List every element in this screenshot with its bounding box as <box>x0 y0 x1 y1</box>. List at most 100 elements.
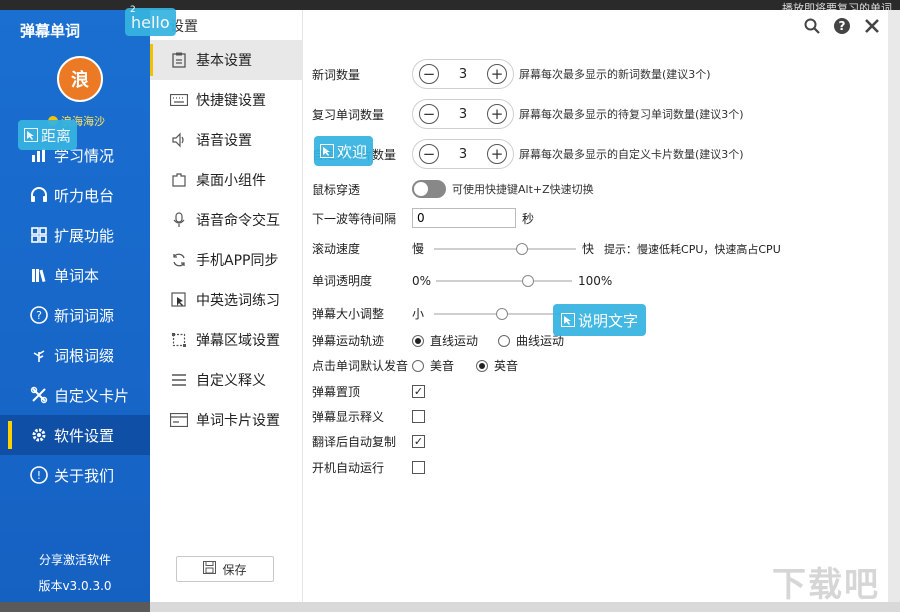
settings-nav-voice[interactable]: 语音设置 <box>150 120 302 160</box>
review-words-hint: 屏幕每次最多显示的待复习单词数量(建议3个) <box>519 106 744 122</box>
svg-text:?: ? <box>839 19 846 33</box>
radio-straight[interactable] <box>412 335 424 347</box>
danmaku-text: 欢迎 <box>337 141 367 162</box>
danmaku-caption[interactable]: 说明文字 <box>553 304 646 336</box>
settings-nav-basic[interactable]: 基本设置 <box>150 40 302 80</box>
custom-cards-stepper[interactable]: − 3 + <box>412 139 514 169</box>
show-meaning-label: 弹幕显示释义 <box>312 408 412 425</box>
plus-icon[interactable]: + <box>487 104 507 124</box>
new-words-stepper[interactable]: − 3 + <box>412 59 514 89</box>
sidebar-item-about[interactable]: ! 关于我们 <box>0 455 150 495</box>
autostart-checkbox[interactable] <box>412 461 425 474</box>
mouse-through-hint: 可使用快捷键Alt+Z快速切换 <box>452 181 594 197</box>
share-activate-link[interactable]: 分享激活软件 <box>0 551 150 568</box>
gear-icon <box>30 426 48 444</box>
size-slider[interactable] <box>434 308 570 320</box>
background-right <box>888 10 900 612</box>
settings-nav-word-card[interactable]: 单词卡片设置 <box>150 400 302 440</box>
auto-copy-checkbox[interactable]: ✓ <box>412 435 425 448</box>
radio-curve[interactable] <box>498 335 510 347</box>
settings-nav-label: 快捷键设置 <box>196 90 266 110</box>
custom-cards-row: 自定义卡片数量 − 3 + 屏幕每次最多显示的自定义卡片数量(建议3个) <box>312 139 744 169</box>
trajectory-row: 弹幕运动轨迹 直线运动 曲线运动 <box>312 332 564 349</box>
stepper-value: 3 <box>459 67 467 82</box>
danmaku-counter: 2 <box>130 5 136 15</box>
sidebar-item-label: 词根词缀 <box>54 345 114 366</box>
danmaku-text: 距离 <box>41 125 71 146</box>
slider-thumb[interactable] <box>496 308 508 320</box>
sidebar-item-radio[interactable]: 听力电台 <box>0 175 150 215</box>
sidebar-item-label: 听力电台 <box>54 185 114 206</box>
avatar[interactable]: 浪 <box>57 56 103 102</box>
sidebar-item-etymology[interactable]: ? 新词词源 <box>0 295 150 335</box>
danmaku-distance[interactable]: 距离 <box>18 120 77 150</box>
auto-copy-row: 翻译后自动复制 ✓ <box>312 433 425 450</box>
settings-nav-app-sync[interactable]: 手机APP同步 <box>150 240 302 280</box>
settings-nav-label: 单词卡片设置 <box>196 410 280 430</box>
sidebar-item-label: 关于我们 <box>54 465 114 486</box>
pin-top-checkbox[interactable]: ✓ <box>412 385 425 398</box>
custom-cards-hint: 屏幕每次最多显示的自定义卡片数量(建议3个) <box>519 146 744 162</box>
sidebar-item-roots[interactable]: 词根词缀 <box>0 335 150 375</box>
minus-icon[interactable]: − <box>419 104 439 124</box>
pronounce-label: 点击单词默认发音 <box>312 357 412 374</box>
svg-text:!: ! <box>37 469 41 482</box>
headphones-icon <box>30 186 48 204</box>
plus-icon[interactable]: + <box>487 64 507 84</box>
show-meaning-checkbox[interactable] <box>412 410 425 423</box>
size-label: 弹幕大小调整 <box>312 305 412 322</box>
danmaku-text: hello <box>131 13 170 32</box>
settings-nav-widgets[interactable]: 桌面小组件 <box>150 160 302 200</box>
plus-icon[interactable]: + <box>487 144 507 164</box>
mouse-through-row: 鼠标穿透 可使用快捷键Alt+Z快速切换 <box>312 180 594 198</box>
main-sidebar: 弹幕单词 浪 浪海海沙 学习情况 听力电台 扩展功能 单词本 ? 新词词源 <box>0 10 150 602</box>
sidebar-item-settings[interactable]: 软件设置 <box>0 415 150 455</box>
search-icon[interactable] <box>802 16 822 36</box>
settings-nav-label: 语音设置 <box>196 130 252 150</box>
save-button[interactable]: 保存 <box>176 556 274 582</box>
sidebar-nav: 学习情况 听力电台 扩展功能 单词本 ? 新词词源 词根词缀 <box>0 135 150 495</box>
scroll-speed-row: 滚动速度 慢 快 提示：慢速低耗CPU，快速高占CPU <box>312 240 781 257</box>
crop-area-icon <box>170 331 188 349</box>
scroll-speed-label: 滚动速度 <box>312 240 412 257</box>
info-circle-icon: ! <box>30 466 48 484</box>
version-label: 版本v3.0.3.0 <box>0 577 150 594</box>
next-wave-input[interactable] <box>412 208 516 228</box>
sidebar-item-extensions[interactable]: 扩展功能 <box>0 215 150 255</box>
settings-nav-hotkeys[interactable]: 快捷键设置 <box>150 80 302 120</box>
sidebar-item-custom-card[interactable]: 自定义卡片 <box>0 375 150 415</box>
settings-nav-label: 手机APP同步 <box>196 250 278 270</box>
pronounce-row: 点击单词默认发音 美音 英音 <box>312 357 518 374</box>
close-icon[interactable] <box>862 16 882 36</box>
settings-nav-area[interactable]: 弹幕区域设置 <box>150 320 302 360</box>
minus-icon[interactable]: − <box>419 64 439 84</box>
next-wave-label: 下一波等待间隔 <box>312 210 412 227</box>
cursor-select-icon <box>170 291 188 309</box>
radio-uk[interactable] <box>476 360 488 372</box>
review-words-stepper[interactable]: − 3 + <box>412 99 514 129</box>
sidebar-item-label: 单词本 <box>54 265 99 286</box>
radio-us[interactable] <box>412 360 424 372</box>
next-wave-row: 下一波等待间隔 秒 <box>312 208 534 228</box>
minus-icon[interactable]: − <box>419 144 439 164</box>
radio-straight-label: 直线运动 <box>430 332 478 349</box>
speaker-icon <box>170 131 188 149</box>
mouse-through-toggle[interactable] <box>412 180 446 198</box>
scroll-speed-slider[interactable] <box>434 243 576 255</box>
danmaku-welcome[interactable]: 欢迎 <box>314 136 373 166</box>
settings-nav-practice[interactable]: 中英选词练习 <box>150 280 302 320</box>
watermark-logo: 下载吧 <box>772 557 880 606</box>
settings-nav-custom-meaning[interactable]: 自定义释义 <box>150 360 302 400</box>
new-words-row: 新词数量 − 3 + 屏幕每次最多显示的新词数量(建议3个) <box>312 59 711 89</box>
review-words-label: 复习单词数量 <box>312 106 412 123</box>
sidebar-item-wordbook[interactable]: 单词本 <box>0 255 150 295</box>
opacity-slider[interactable] <box>436 275 572 287</box>
slider-thumb[interactable] <box>522 275 534 287</box>
slider-thumb[interactable] <box>516 243 528 255</box>
settings-window: 弹幕单词 浪 浪海海沙 学习情况 听力电台 扩展功能 单词本 ? 新词词源 <box>0 10 888 602</box>
size-min: 小 <box>412 305 434 322</box>
puzzle-icon <box>170 171 188 189</box>
sidebar-item-label: 自定义卡片 <box>54 385 129 406</box>
settings-nav-voice-command[interactable]: 语音命令交互 <box>150 200 302 240</box>
help-icon[interactable]: ? <box>832 16 852 36</box>
